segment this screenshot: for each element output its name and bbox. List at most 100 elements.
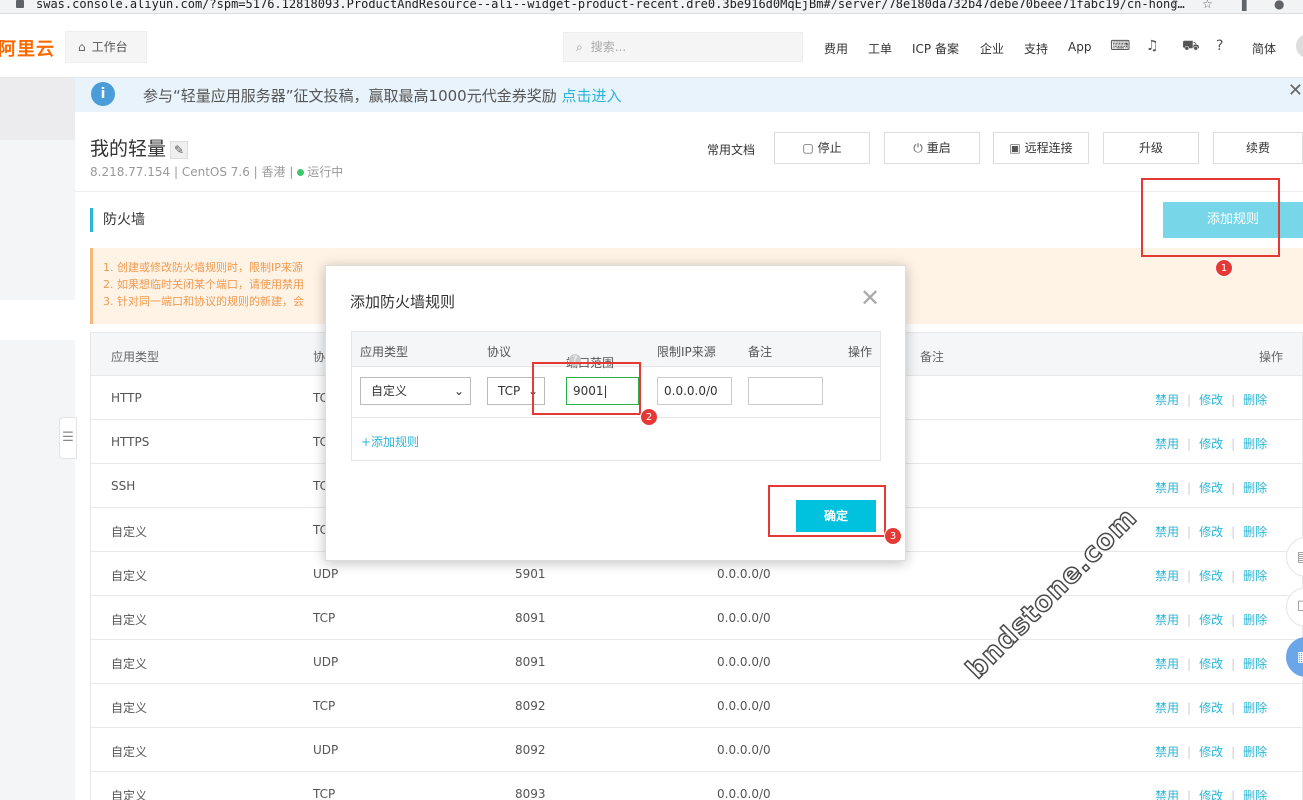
edit-link[interactable]: 修改 — [1199, 789, 1223, 800]
edit-link[interactable]: 修改 — [1199, 657, 1223, 671]
add-rule-link[interactable]: +添加规则 — [361, 433, 419, 450]
row-actions: 禁用 | 修改 | 删除 — [1155, 743, 1267, 760]
disable-link[interactable]: 禁用 — [1155, 745, 1179, 759]
restart-button[interactable]: ⏻ 重启 — [884, 132, 980, 164]
help-icon[interactable]: ? — [1216, 38, 1223, 54]
profile-icon[interactable]: ● — [1274, 0, 1288, 10]
disable-link[interactable]: 禁用 — [1155, 437, 1179, 451]
edit-link[interactable]: 修改 — [1199, 525, 1223, 539]
share-icon[interactable]: ⇪ — [1170, 0, 1184, 10]
nav-link-app[interactable]: App — [1068, 40, 1091, 54]
edit-link[interactable]: 修改 — [1199, 481, 1223, 495]
close-icon[interactable]: ✕ — [860, 284, 880, 312]
delete-link[interactable]: 删除 — [1243, 613, 1267, 627]
search-input[interactable]: ⌕ 搜索... — [563, 32, 803, 62]
separator: | — [1187, 481, 1192, 495]
separator: | — [1187, 613, 1192, 627]
remote-label: 远程连接 — [1024, 141, 1073, 155]
delete-link[interactable]: 删除 — [1243, 701, 1267, 715]
disable-link[interactable]: 禁用 — [1155, 701, 1179, 715]
language-switch[interactable]: 简体 — [1252, 40, 1276, 57]
sidebar-active-item[interactable] — [0, 300, 75, 340]
top-navigation: 阿里云 ⌂ 工作台 ⌕ 搜索... 费用 工单 ICP 备案 企业 支持 App ⌨… — [0, 14, 1303, 78]
delete-link[interactable]: 删除 — [1243, 657, 1267, 671]
edit-link[interactable]: 修改 — [1199, 437, 1223, 451]
col-actions: 操作 — [1259, 350, 1284, 364]
row-actions: 禁用 | 修改 | 删除 — [1155, 479, 1267, 496]
home-icon: ⌂ — [78, 40, 86, 54]
upgrade-button[interactable]: 升级 — [1103, 132, 1199, 164]
delete-link[interactable]: 删除 — [1243, 745, 1267, 759]
cell-app-type: HTTP — [111, 391, 142, 405]
docs-link[interactable]: 常用文档 — [707, 141, 755, 158]
row-actions: 禁用 | 修改 | 删除 — [1155, 567, 1267, 584]
edit-link[interactable]: 修改 — [1199, 569, 1223, 583]
app-type-value: 自定义 — [371, 384, 408, 398]
nav-link-billing[interactable]: 费用 — [824, 40, 848, 57]
cell-app-type: 自定义 — [111, 701, 148, 715]
server-details: 8.218.77.154 | CentOS 7.6 | 香港 | — [90, 165, 294, 179]
cell-protocol: TCP — [313, 787, 336, 800]
remote-connect-button[interactable]: ▣ 远程连接 — [993, 132, 1089, 164]
nav-link-enterprise[interactable]: 企业 — [980, 40, 1004, 57]
server-info: 8.218.77.154 | CentOS 7.6 | 香港 | 运行中 — [90, 163, 343, 180]
annotation-box-3 — [768, 485, 886, 537]
row-actions: 禁用 | 修改 | 删除 — [1155, 787, 1267, 800]
disable-link[interactable]: 禁用 — [1155, 393, 1179, 407]
workbench-button[interactable]: ⌂ 工作台 — [65, 31, 147, 63]
search-placeholder: 搜索... — [590, 40, 627, 54]
cart-icon[interactable]: ⛟ — [1182, 38, 1200, 56]
table-row: 自定义 UDP 8092 0.0.0.0/0 禁用 | 修改 | 删除 — [90, 728, 1303, 772]
sidepanel-icon[interactable]: ▌ — [1242, 0, 1256, 10]
edit-link[interactable]: 修改 — [1199, 393, 1223, 407]
separator: | — [1187, 789, 1192, 800]
row-actions: 禁用 | 修改 | 删除 — [1155, 523, 1267, 540]
table-row: 自定义 TCP 8093 0.0.0.0/0 禁用 | 修改 | 删除 — [90, 772, 1303, 800]
col-remark: 备注 — [920, 350, 945, 364]
edit-link[interactable]: 修改 — [1199, 745, 1223, 759]
nav-link-icp[interactable]: ICP 备案 — [912, 40, 959, 57]
disable-link[interactable]: 禁用 — [1155, 481, 1179, 495]
info-icon: i — [91, 82, 115, 106]
aliyun-logo[interactable]: 阿里云 — [0, 35, 55, 61]
renew-label: 续费 — [1245, 141, 1270, 155]
row-actions: 禁用 | 修改 | 删除 — [1155, 611, 1267, 628]
disable-link[interactable]: 禁用 — [1155, 525, 1179, 539]
remark-input[interactable] — [748, 377, 823, 405]
separator: | — [1187, 657, 1192, 671]
disable-link[interactable]: 禁用 — [1155, 789, 1179, 800]
cell-port: 8091 — [515, 611, 546, 625]
edit-link[interactable]: 修改 — [1199, 613, 1223, 627]
edit-link[interactable]: 修改 — [1199, 701, 1223, 715]
browser-address-bar[interactable]: swas.console.aliyun.com/?spm=5176.128180… — [0, 0, 1303, 14]
renew-button[interactable]: 续费 — [1213, 132, 1303, 164]
delete-link[interactable]: 删除 — [1243, 569, 1267, 583]
bell-icon[interactable]: ♫ — [1146, 38, 1159, 54]
disable-link[interactable]: 禁用 — [1155, 569, 1179, 583]
terminal-icon[interactable]: ⌨ — [1110, 38, 1130, 54]
sidebar-toggle-icon[interactable]: ☰ — [59, 417, 77, 459]
ip-value: 0.0.0.0/0 — [664, 384, 718, 398]
nav-link-support[interactable]: 支持 — [1024, 40, 1048, 57]
delete-link[interactable]: 删除 — [1243, 393, 1267, 407]
ip-source-input[interactable]: 0.0.0.0/0 — [657, 377, 732, 405]
app-type-select[interactable]: 自定义 ⌄ — [360, 377, 471, 405]
delete-link[interactable]: 删除 — [1243, 437, 1267, 451]
nav-link-tickets[interactable]: 工单 — [868, 40, 892, 57]
banner-close-icon[interactable]: ✕ — [1288, 80, 1303, 101]
stop-icon: ▢ — [802, 141, 814, 155]
cell-ip-source: 0.0.0.0/0 — [717, 743, 771, 757]
star-icon[interactable]: ☆ — [1202, 0, 1216, 10]
url-text[interactable]: swas.console.aliyun.com/?spm=5176.128180… — [36, 0, 1185, 11]
disable-link[interactable]: 禁用 — [1155, 657, 1179, 671]
edit-icon[interactable]: ✎ — [170, 140, 189, 159]
delete-link[interactable]: 删除 — [1243, 481, 1267, 495]
disable-link[interactable]: 禁用 — [1155, 613, 1179, 627]
delete-link[interactable]: 删除 — [1243, 789, 1267, 800]
dialog-title: 添加防火墙规则 — [350, 293, 456, 311]
delete-link[interactable]: 删除 — [1243, 525, 1267, 539]
banner-link[interactable]: 点击进入 — [562, 87, 622, 105]
stop-button[interactable]: ▢ 停止 — [774, 132, 870, 164]
avatar[interactable] — [1296, 34, 1303, 58]
separator: | — [1187, 525, 1192, 539]
